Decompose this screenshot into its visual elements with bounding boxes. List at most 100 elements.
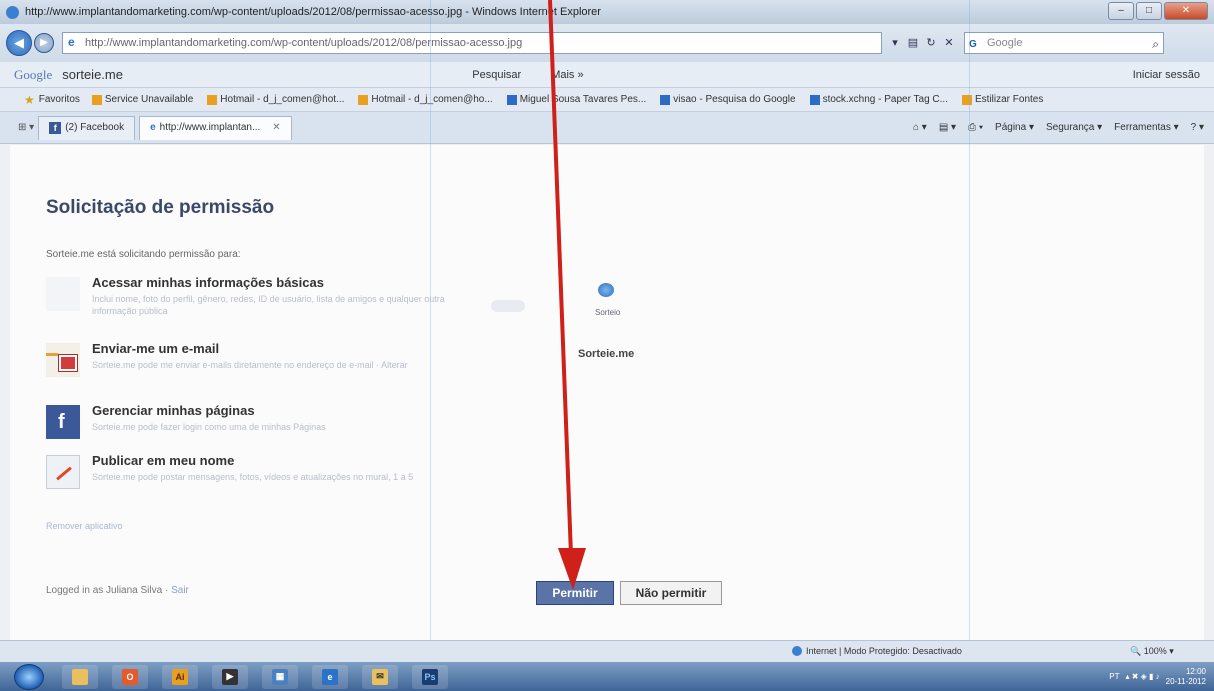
- globe-icon: [792, 646, 802, 656]
- tab-label: http://www.implantan...: [159, 122, 261, 133]
- refresh-icon[interactable]: ↻: [922, 34, 940, 52]
- taskbar-explorer[interactable]: [62, 664, 98, 689]
- window-title: http://www.implantandomarketing.com/wp-c…: [25, 6, 601, 18]
- maximize-button[interactable]: □: [1136, 2, 1162, 20]
- page-content: Solicitação de permissão Sorteie.me está…: [10, 145, 1204, 640]
- tray-icons[interactable]: ▴ ✖ ◈ ▮ ♪: [1126, 672, 1160, 681]
- google-signin-button[interactable]: Iniciar sessão: [1133, 69, 1200, 81]
- feeds-icon[interactable]: ▤ ▾: [939, 122, 956, 133]
- clock-time: 12:00: [1185, 666, 1206, 676]
- search-box[interactable]: G Google ⌕: [964, 32, 1164, 54]
- command-bar: ⌂ ▾ ▤ ▾ ⎙ ▾ Página ▾ Segurança ▾ Ferrame…: [913, 122, 1204, 133]
- address-url: http://www.implantandomarketing.com/wp-c…: [85, 37, 523, 49]
- favorite-label: Estilizar Fontes: [975, 94, 1044, 105]
- tab-implantando[interactable]: e http://www.implantan... ✕: [139, 115, 292, 140]
- app-logo-icon: [598, 283, 614, 297]
- basic-info-icon: [46, 277, 80, 311]
- favorite-icon: [91, 94, 102, 105]
- taskbar-player[interactable]: ▶: [212, 664, 248, 689]
- favorite-label: Hotmail - d_j_comen@hot...: [220, 94, 345, 105]
- favorite-icon: [660, 94, 671, 105]
- scan-line: [430, 0, 431, 691]
- google-query-input[interactable]: sorteie.me: [62, 65, 392, 85]
- favorite-item[interactable]: visao - Pesquisa do Google: [660, 94, 796, 105]
- print-icon[interactable]: ⎙ ▾: [968, 122, 983, 133]
- security-menu[interactable]: Segurança ▾: [1046, 122, 1102, 133]
- google-toolbar: Google sorteie.me Pesquisar Mais » Inici…: [0, 62, 1214, 88]
- favorite-item[interactable]: Hotmail - d_j_comen@hot...: [207, 94, 344, 105]
- address-bar[interactable]: e http://www.implantandomarketing.com/wp…: [62, 32, 882, 54]
- favorite-item[interactable]: Estilizar Fontes: [962, 94, 1043, 105]
- help-icon[interactable]: ? ▾: [1191, 122, 1204, 133]
- taskbar-calculator[interactable]: ▦: [262, 664, 298, 689]
- tab-label: (2) Facebook: [65, 122, 125, 133]
- tab-facebook[interactable]: f (2) Facebook: [38, 115, 136, 140]
- clock[interactable]: 12:00 20-11-2012: [1166, 667, 1206, 687]
- permission-pages: Gerenciar minhas páginas Sorteie.me pode…: [46, 403, 466, 449]
- favorite-icon: [962, 94, 972, 105]
- app-name: Sorteie.me: [578, 348, 635, 360]
- app-small-label: Sorteio: [595, 308, 621, 317]
- media-icon: O: [122, 668, 138, 685]
- google-more-button[interactable]: Mais »: [551, 69, 583, 81]
- security-zone[interactable]: Internet | Modo Protegido: Desactivado: [792, 646, 962, 656]
- favorite-label: Hotmail - d_j_comen@ho...: [371, 94, 493, 105]
- stop-icon[interactable]: ✕: [940, 34, 958, 52]
- permission-description: Sorteie.me pode me enviar e-mails direta…: [92, 360, 408, 370]
- ie-app-icon: [6, 5, 19, 19]
- favorite-icon: [207, 94, 218, 105]
- forward-button[interactable]: ▶: [34, 33, 54, 53]
- permission-basic-info: Acessar minhas informações básicas Inclu…: [46, 275, 466, 321]
- favorites-bar: ★ Favoritos Service Unavailable Hotmail …: [0, 88, 1214, 112]
- taskbar-photoshop[interactable]: Ps: [412, 664, 448, 689]
- search-icon[interactable]: ⌕: [1152, 34, 1159, 54]
- tab-close-icon[interactable]: ✕: [272, 116, 280, 140]
- permission-description: Inclui nome, foto do perfil, gênero, red…: [92, 294, 445, 316]
- google-search-button[interactable]: Pesquisar: [472, 69, 521, 81]
- remove-app-link[interactable]: Remover aplicativo: [46, 521, 123, 531]
- permission-description: Sorteie.me pode postar mensagens, fotos,…: [92, 472, 414, 482]
- taskbar-illustrator[interactable]: Ai: [162, 664, 198, 689]
- favorite-icon: [809, 94, 820, 105]
- window-titlebar: http://www.implantandomarketing.com/wp-c…: [0, 0, 1214, 24]
- calculator-icon: ▦: [272, 668, 288, 685]
- google-search-icon: G: [969, 39, 977, 50]
- close-button[interactable]: ✕: [1164, 2, 1208, 20]
- logout-link[interactable]: Sair: [171, 585, 189, 596]
- minimize-button[interactable]: –: [1108, 2, 1134, 20]
- back-button[interactable]: ◀: [6, 30, 32, 56]
- favorite-item[interactable]: Miguel Sousa Tavares Pes...: [506, 94, 647, 105]
- permission-title: Acessar minhas informações básicas: [92, 275, 324, 290]
- photoshop-icon: Ps: [422, 668, 438, 685]
- taskbar-ie[interactable]: e: [312, 664, 348, 689]
- system-tray: PT ▴ ✖ ◈ ▮ ♪ 12:00 20-11-2012: [1109, 667, 1206, 687]
- ie-icon: e: [322, 668, 338, 685]
- favorite-label: visao - Pesquisa do Google: [673, 94, 796, 105]
- taskbar-mail[interactable]: ✉: [362, 664, 398, 689]
- search-placeholder: Google: [987, 37, 1023, 49]
- favorites-star-icon[interactable]: ★: [24, 93, 35, 107]
- allow-button[interactable]: Permitir: [536, 581, 614, 605]
- permission-email: Enviar-me um e-mail Sorteie.me pode me e…: [46, 341, 466, 387]
- home-icon[interactable]: ⌂ ▾: [913, 122, 927, 133]
- favorite-icon: [506, 94, 517, 105]
- tools-menu[interactable]: Ferramentas ▾: [1114, 122, 1178, 133]
- ie-page-icon: e: [68, 35, 75, 49]
- compatibility-icon[interactable]: ▤: [904, 34, 922, 52]
- language-indicator[interactable]: PT: [1109, 672, 1119, 681]
- favorite-label: Miguel Sousa Tavares Pes...: [519, 94, 647, 105]
- favorite-item[interactable]: stock.xchng - Paper Tag C...: [809, 94, 948, 105]
- start-button[interactable]: [14, 663, 44, 690]
- tab-row: ⊞ ▾ f (2) Facebook e http://www.implanta…: [0, 112, 1214, 144]
- dropdown-icon[interactable]: ▾: [886, 34, 904, 52]
- favorites-label[interactable]: Favoritos: [39, 94, 80, 105]
- page-menu[interactable]: Página ▾: [995, 122, 1034, 133]
- permission-title: Enviar-me um e-mail: [92, 341, 220, 356]
- zoom-level[interactable]: 🔍 100% ▾: [1130, 646, 1174, 657]
- favorite-item[interactable]: Hotmail - d_j_comen@ho...: [358, 94, 493, 105]
- deny-button[interactable]: Não permitir: [620, 581, 722, 605]
- favorite-item[interactable]: Service Unavailable: [91, 94, 193, 105]
- blurred-element: [491, 300, 525, 312]
- quick-tabs-icon[interactable]: ⊞ ▾: [18, 122, 34, 133]
- taskbar-media[interactable]: O: [112, 664, 148, 689]
